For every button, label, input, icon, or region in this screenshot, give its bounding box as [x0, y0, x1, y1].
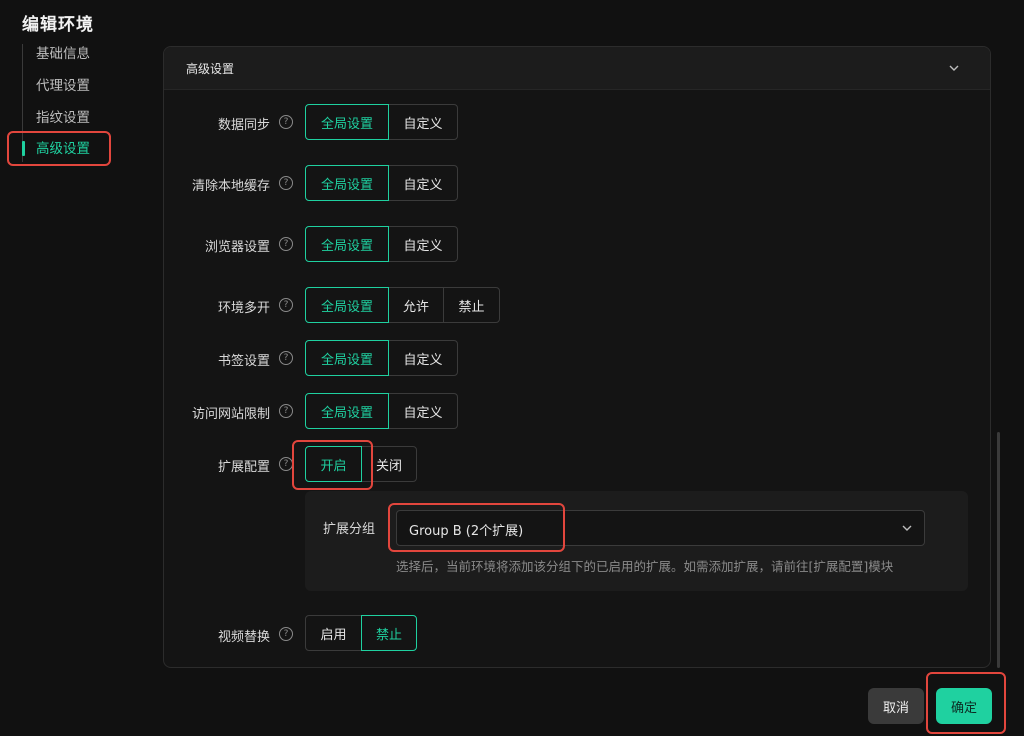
video-replace-label: 视频替换 — [217, 630, 270, 645]
extensions-label: 扩展配置 — [217, 460, 270, 475]
clear-cache-option-custom[interactable]: 自定义 — [388, 165, 458, 201]
help-icon[interactable]: ? — [279, 404, 293, 418]
video-option-enable[interactable]: 启用 — [305, 615, 362, 651]
nav-active-indicator — [22, 141, 25, 156]
extension-group-label: 扩展分组 — [323, 522, 376, 537]
clear-cache-option-global[interactable]: 全局设置 — [305, 165, 389, 201]
extension-group-hint: 选择后，当前环境将添加该分组下的已启用的扩展。如需添加扩展，请前往[扩展配置]模… — [396, 559, 894, 574]
browser-settings-segment: 全局设置 自定义 — [305, 226, 458, 262]
scrollbar[interactable] — [997, 432, 1000, 668]
bookmarks-option-custom[interactable]: 自定义 — [388, 340, 458, 376]
help-icon[interactable]: ? — [279, 351, 293, 365]
data-sync-segment: 全局设置 自定义 — [305, 104, 458, 140]
multi-open-segment: 全局设置 允许 禁止 — [305, 287, 500, 323]
browser-settings-label: 浏览器设置 — [204, 240, 270, 255]
extensions-option-off[interactable]: 关闭 — [361, 446, 417, 482]
multi-open-option-allow[interactable]: 允许 — [388, 287, 444, 323]
bookmarks-option-global[interactable]: 全局设置 — [305, 340, 389, 376]
data-sync-label: 数据同步 — [217, 118, 270, 133]
nav-item-advanced[interactable]: 高级设置 — [36, 139, 90, 159]
browser-option-global[interactable]: 全局设置 — [305, 226, 389, 262]
nav-item-proxy[interactable]: 代理设置 — [36, 76, 90, 96]
site-limit-option-global[interactable]: 全局设置 — [305, 393, 389, 429]
help-icon[interactable]: ? — [279, 457, 293, 471]
confirm-button[interactable]: 确定 — [936, 688, 992, 724]
panel-title: 高级设置 — [186, 62, 235, 76]
multi-open-label: 环境多开 — [217, 301, 270, 316]
help-icon[interactable]: ? — [279, 298, 293, 312]
extensions-option-on[interactable]: 开启 — [305, 446, 362, 482]
browser-option-custom[interactable]: 自定义 — [388, 226, 458, 262]
help-icon[interactable]: ? — [279, 237, 293, 251]
clear-cache-segment: 全局设置 自定义 — [305, 165, 458, 201]
help-icon[interactable]: ? — [279, 176, 293, 190]
extension-group-select[interactable]: Group B (2个扩展) — [396, 510, 925, 546]
bookmarks-segment: 全局设置 自定义 — [305, 340, 458, 376]
data-sync-option-global[interactable]: 全局设置 — [305, 104, 389, 140]
video-option-disable[interactable]: 禁止 — [361, 615, 417, 651]
nav-item-fingerprint[interactable]: 指纹设置 — [36, 108, 90, 128]
site-limit-option-custom[interactable]: 自定义 — [388, 393, 458, 429]
chevron-down-icon[interactable] — [948, 62, 960, 74]
multi-open-option-global[interactable]: 全局设置 — [305, 287, 389, 323]
page-title: 编辑环境 — [22, 15, 94, 35]
cancel-button[interactable]: 取消 — [868, 688, 924, 724]
extensions-segment: 开启 关闭 — [305, 446, 417, 482]
data-sync-option-custom[interactable]: 自定义 — [388, 104, 458, 140]
clear-cache-label: 清除本地缓存 — [191, 179, 270, 194]
bookmarks-label: 书签设置 — [217, 354, 270, 369]
help-icon[interactable]: ? — [279, 627, 293, 641]
site-limit-segment: 全局设置 自定义 — [305, 393, 458, 429]
help-icon[interactable]: ? — [279, 115, 293, 129]
extension-group-value: Group B (2个扩展) — [409, 524, 524, 539]
site-limit-label: 访问网站限制 — [191, 407, 270, 422]
video-replace-segment: 启用 禁止 — [305, 615, 417, 651]
nav-item-basic-info[interactable]: 基础信息 — [36, 44, 90, 64]
panel-header[interactable]: 高级设置 — [164, 47, 990, 90]
chevron-down-icon — [902, 525, 912, 531]
multi-open-option-deny[interactable]: 禁止 — [443, 287, 500, 323]
